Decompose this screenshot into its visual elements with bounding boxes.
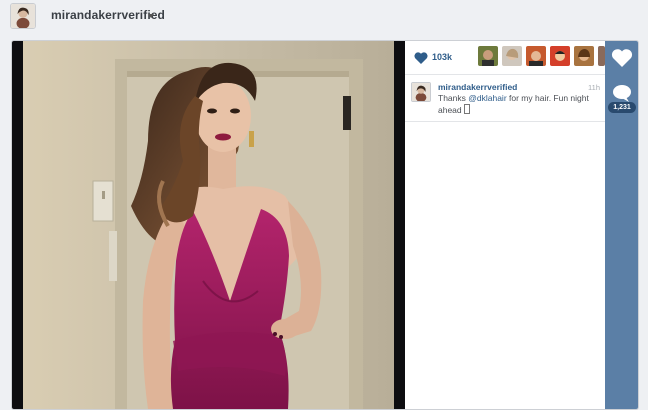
emoji-glyph — [464, 104, 470, 114]
liker-avatar[interactable] — [550, 46, 570, 66]
comment-username[interactable]: mirandakerrverified — [438, 82, 517, 92]
post-card: 103k mirandakerrverified 11h Thanks @dkl… — [11, 40, 639, 410]
liker-avatar[interactable] — [502, 46, 522, 66]
like-heart-icon[interactable] — [611, 48, 633, 68]
mention-link[interactable]: @dklahair — [468, 93, 506, 103]
comment-timestamp: 11h — [588, 83, 600, 92]
likes-count[interactable]: 103k — [432, 52, 452, 62]
liker-avatar[interactable] — [598, 46, 605, 66]
photo-frame — [12, 41, 405, 409]
liker-avatar[interactable] — [526, 46, 546, 66]
comment-text-before: Thanks — [438, 93, 469, 103]
comment-count-badge[interactable]: 1,231 — [608, 102, 636, 113]
comment-text: Thanks @dklahair for my hair. Fun night … — [438, 93, 600, 116]
comment-bubble-icon[interactable] — [612, 84, 632, 102]
likes-row: 103k — [405, 41, 605, 75]
liker-avatar[interactable] — [478, 46, 498, 66]
caret-down-icon[interactable] — [148, 14, 154, 18]
post-info-panel: 103k mirandakerrverified 11h Thanks @dkl… — [405, 41, 605, 409]
comment-avatar[interactable] — [411, 82, 431, 102]
top-bar: mirandakerrverified — [0, 0, 648, 34]
caption-comment: mirandakerrverified 11h Thanks @dklahair… — [405, 75, 605, 122]
heart-icon[interactable] — [414, 52, 428, 64]
profile-avatar[interactable] — [10, 3, 36, 29]
post-photo[interactable] — [23, 41, 394, 409]
action-bar: 1,231 — [605, 41, 638, 409]
liker-avatar[interactable] — [574, 46, 594, 66]
